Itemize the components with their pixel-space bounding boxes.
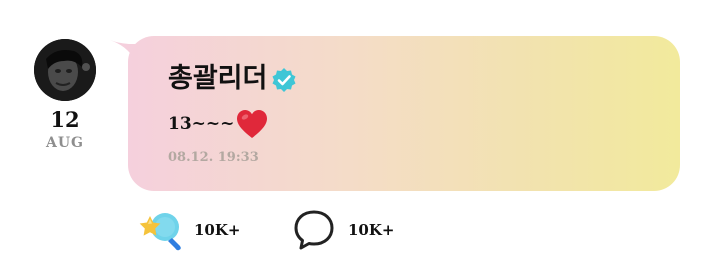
verified-badge-icon (272, 68, 296, 92)
author-name[interactable]: 총괄리더 (168, 62, 267, 96)
comment-count: 10K+ (348, 221, 395, 239)
message-row: 13~~~ (168, 108, 269, 140)
red-heart-icon (237, 110, 268, 138)
message-text: 13~~~ (168, 114, 235, 134)
speech-bubble-icon (294, 210, 334, 250)
post-date-day: 12 (50, 107, 80, 132)
like-count: 10K+ (194, 221, 241, 239)
avatar[interactable] (34, 39, 96, 101)
star-wand-icon (139, 213, 181, 251)
comment-button[interactable]: 10K+ (292, 208, 394, 252)
post-date-month: AUG (45, 135, 85, 151)
post-timestamp: 08.12. 19:33 (168, 150, 259, 165)
author-row: 총괄리더 (168, 60, 297, 98)
like-button[interactable]: 10K+ (136, 208, 240, 252)
avatar-photo (34, 39, 96, 101)
